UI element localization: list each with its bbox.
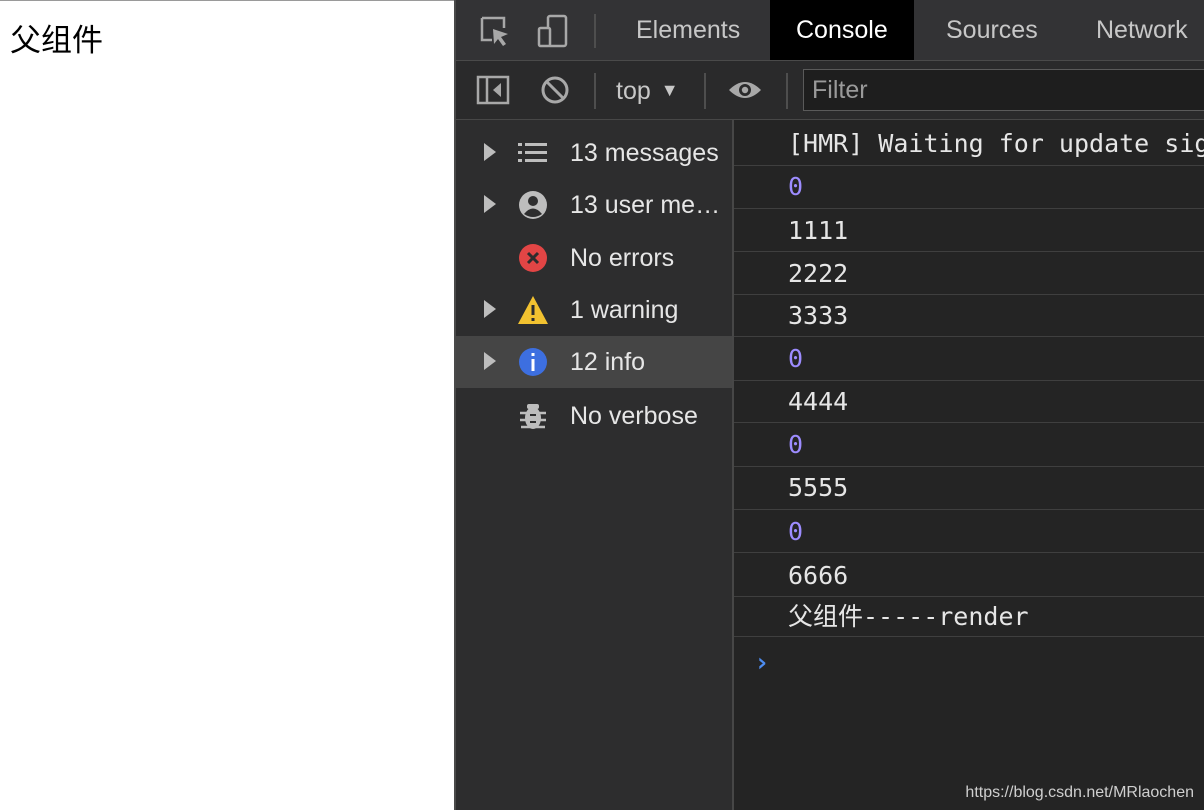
tab-console[interactable]: Console <box>770 0 914 60</box>
error-icon <box>516 241 550 275</box>
console-output: [HMR] Waiting for update signal from WDS… <box>734 120 1204 810</box>
devtools-tabbar: Elements Console Sources Network <box>456 0 1204 61</box>
dropdown-arrow-icon: ▼ <box>660 80 679 100</box>
expand-arrow-icon[interactable] <box>484 143 496 161</box>
show-sidebar-icon[interactable] <box>474 71 512 109</box>
live-expression-eye-icon[interactable] <box>726 71 764 109</box>
context-selector[interactable]: top ▼ <box>616 69 679 111</box>
context-label: top <box>616 77 651 105</box>
app-viewport: 父组件 <box>0 0 454 810</box>
sidebar-item-label: 1 warning <box>570 296 679 324</box>
expand-arrow-icon[interactable] <box>484 300 496 318</box>
toolbar-separator <box>704 73 706 109</box>
sidebar-item-label: No errors <box>570 244 675 272</box>
console-message: 3333 <box>734 295 1204 337</box>
console-message: [HMR] Waiting for update signal from WDS… <box>734 120 1204 166</box>
device-toolbar-icon[interactable] <box>534 12 572 50</box>
parent-component-title: 父组件 <box>10 23 103 59</box>
sidebar-item-info[interactable]: 12 info <box>456 336 732 388</box>
inspect-element-icon[interactable] <box>476 12 514 50</box>
console-message: 2222 <box>734 252 1204 295</box>
tab-network[interactable]: Network <box>1070 0 1204 60</box>
sidebar-item-user-messages[interactable]: 13 user messages <box>456 179 732 231</box>
expand-arrow-icon[interactable] <box>484 352 496 370</box>
info-icon <box>516 345 550 379</box>
sidebar-item-label: 13 messages <box>570 139 719 167</box>
console-message: 1111 <box>734 209 1204 252</box>
clear-console-icon[interactable] <box>536 71 574 109</box>
bug-icon <box>516 399 550 433</box>
tab-elements[interactable]: Elements <box>610 0 766 60</box>
list-icon <box>516 136 550 170</box>
sidebar-item-warnings[interactable]: 1 warning <box>456 284 732 336</box>
sidebar-item-label: No verbose <box>570 402 698 430</box>
toolbar-separator <box>786 73 788 109</box>
console-message: 4444 <box>734 381 1204 423</box>
devtools-panel: Elements Console Sources Network top ▼ F… <box>454 0 1204 810</box>
toolbar-separator <box>594 73 596 109</box>
page: 父组件 Elements Console Sources Network top… <box>0 0 1204 810</box>
sidebar-item-errors[interactable]: No errors <box>456 232 732 284</box>
console-toolbar: top ▼ Filter <box>456 61 1204 120</box>
warning-icon <box>516 293 550 327</box>
tab-sources[interactable]: Sources <box>920 0 1064 60</box>
sidebar-item-verbose[interactable]: No verbose <box>456 390 732 442</box>
watermark: https://blog.csdn.net/MRlaochen <box>965 784 1194 801</box>
console-message: 0 <box>734 510 1204 553</box>
tab-separator <box>594 14 596 48</box>
sidebar-item-messages[interactable]: 13 messages <box>456 127 732 179</box>
console-prompt-icon[interactable]: › <box>754 648 770 678</box>
console-message: 父组件-----render <box>734 597 1204 637</box>
console-message: 6666 <box>734 553 1204 597</box>
filter-input[interactable]: Filter <box>803 69 1204 111</box>
console-message: 0 <box>734 166 1204 209</box>
sidebar-item-label: 12 info <box>570 348 646 376</box>
sidebar-item-label: 13 user messages <box>570 191 730 219</box>
console-message: 5555 <box>734 467 1204 510</box>
expand-arrow-icon[interactable] <box>484 195 496 213</box>
console-message: 0 <box>734 337 1204 381</box>
console-message: 0 <box>734 423 1204 467</box>
user-icon <box>516 188 550 222</box>
console-sidebar: 13 messages 13 user messages <box>456 120 734 810</box>
